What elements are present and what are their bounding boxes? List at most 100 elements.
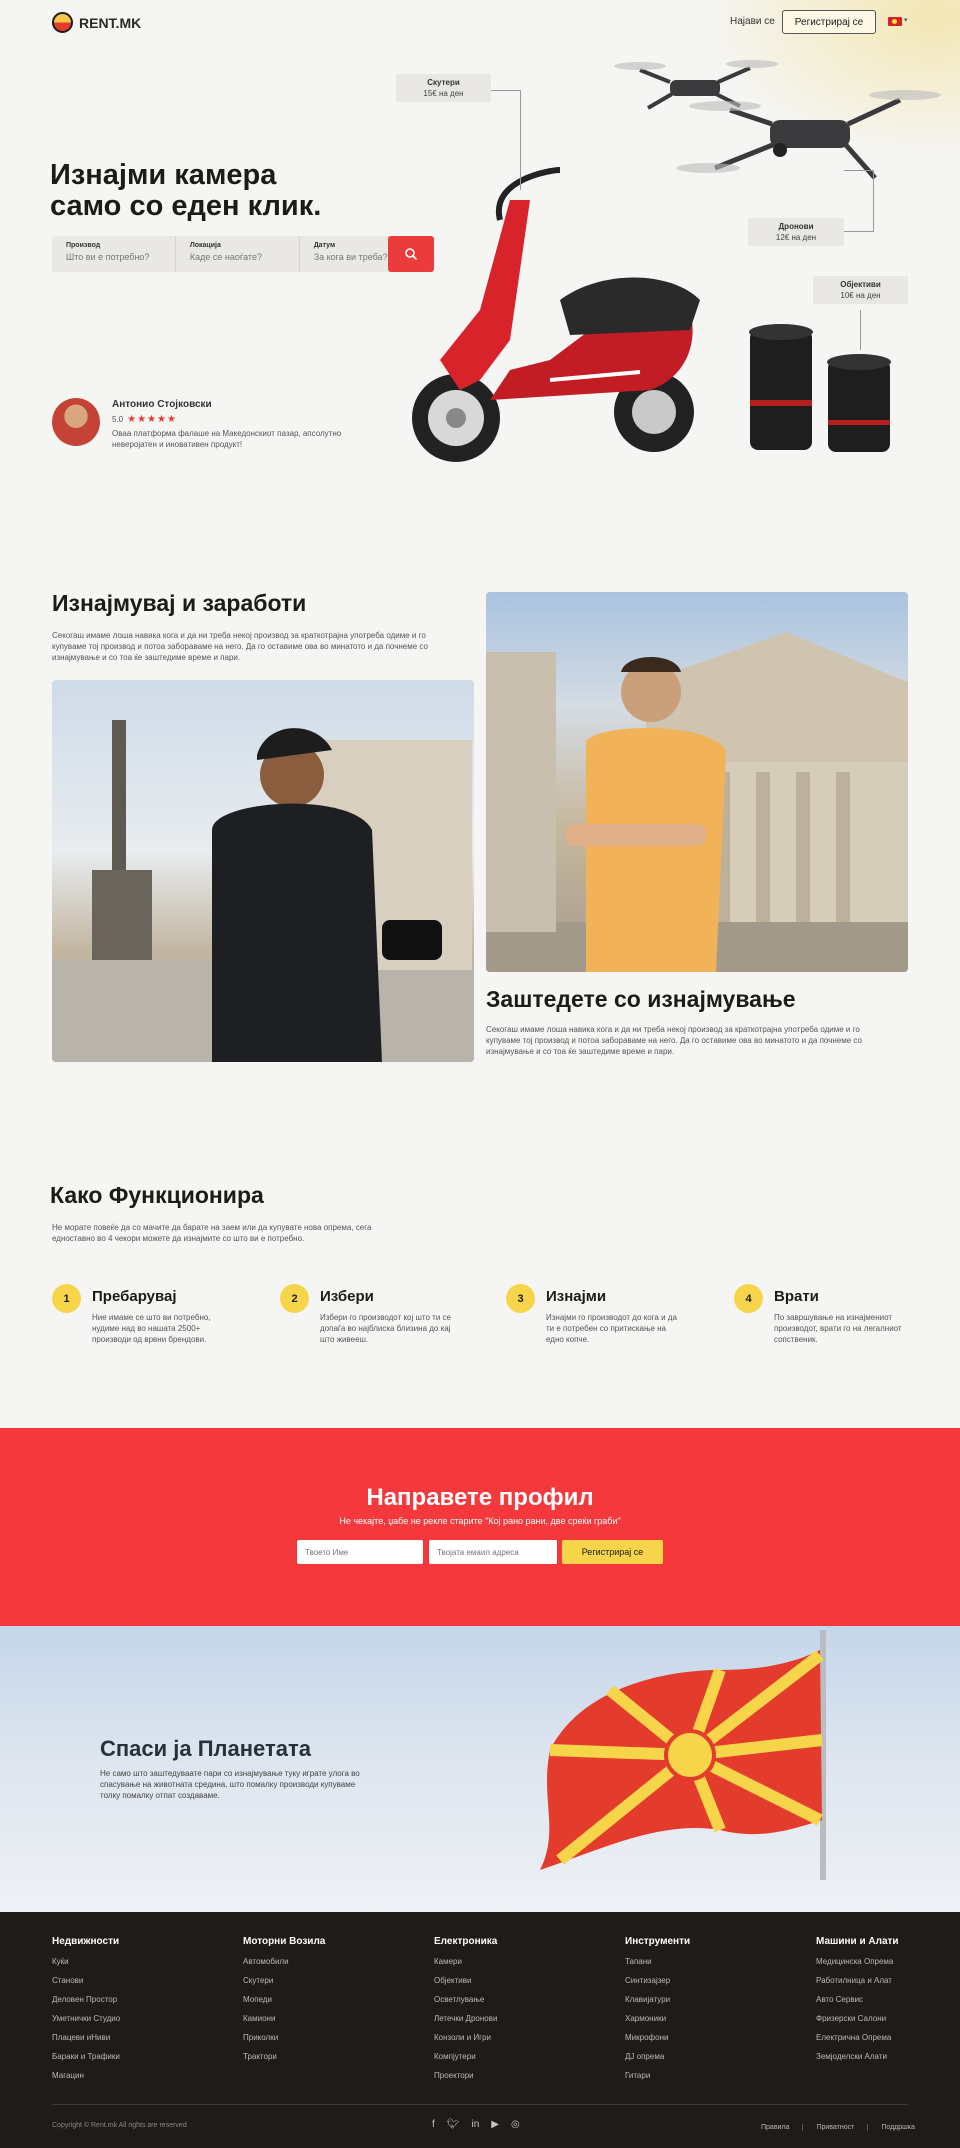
footer-link[interactable]: Осветлување (434, 1995, 497, 2004)
hero-title-line2: само со еден клик. (50, 190, 322, 222)
footer-link[interactable]: ДЈ опрема (625, 2052, 690, 2061)
footer-link[interactable]: Објективи (434, 1976, 497, 1985)
planet-text: Не само што заштедуваате пари со изнајму… (100, 1769, 360, 1800)
footer-link[interactable]: Скутери (243, 1976, 325, 1985)
linkedin-icon[interactable]: in (471, 2119, 479, 2130)
footer-link[interactable]: Камиони (243, 2014, 325, 2023)
how-title: Како Функционира (50, 1182, 264, 1208)
footer-link[interactable]: Клавијатури (625, 1995, 690, 2004)
scooter-price-tag[interactable]: Скутери 15€ на ден (396, 74, 491, 102)
connector-line (844, 170, 874, 232)
search-location-field[interactable]: Локација Каде се наоѓате? (176, 236, 300, 272)
step-number: 1 (52, 1284, 81, 1313)
search-product-field[interactable]: Производ Што ви е потребно? (52, 236, 176, 272)
save-title: Заштедете со изнајмување (486, 986, 796, 1012)
footer-link[interactable]: Авто Сервис (816, 1995, 899, 2004)
youtube-icon[interactable]: ▶ (491, 2119, 499, 2130)
footer-column-title: Моторни Возила (243, 1936, 326, 1947)
macedonian-flag-image (540, 1630, 826, 1880)
footer-link[interactable]: Медицинска Опрема (816, 1957, 899, 1966)
step-title: Пребарувај (92, 1288, 177, 1305)
footer-link[interactable]: Камери (434, 1957, 497, 1966)
step-title: Избери (320, 1288, 374, 1305)
footer-column-instruments: Инструменти Тапани Синтизајзер Клавијату… (625, 1936, 690, 2090)
footer-link[interactable]: Фризерски Салони (816, 2014, 899, 2023)
review-text: Оваа платформа фалаше на Македонскиот па… (112, 429, 342, 449)
footer-link[interactable]: Уметнички Студио (52, 2014, 120, 2023)
footer-link[interactable]: Синтизајзер (625, 1976, 690, 1985)
star-rating-icon: ★★★★★ (127, 414, 177, 425)
email-input[interactable] (429, 1540, 557, 1564)
step-number: 3 (506, 1284, 535, 1313)
footer-link[interactable]: Конзоли и Игри (434, 2033, 497, 2042)
scooter-image (412, 167, 700, 462)
footer-link[interactable]: Компјутери (434, 2052, 497, 2061)
register-button[interactable]: Регистрирај се (782, 10, 876, 34)
instagram-icon[interactable]: ◎ (511, 2119, 520, 2130)
tag-name: Објективи (840, 280, 881, 289)
footer-column-title: Машини и Алати (816, 1936, 899, 1947)
footer-link[interactable]: Трактори (243, 2052, 325, 2061)
signup-button[interactable]: Регистрирај се (562, 1540, 663, 1564)
reviewer-avatar (52, 398, 100, 446)
login-link[interactable]: Најави се (730, 16, 775, 27)
search-location-placeholder: Каде се наоѓате? (189, 252, 262, 262)
reviewer-name: Антонио Стојковски (112, 399, 212, 410)
footer-link[interactable]: Мопеди (243, 1995, 325, 2004)
earn-title: Изнајмувај и заработи (52, 590, 307, 616)
rules-link[interactable]: Правила (748, 2124, 802, 2131)
search-product-placeholder: Што ви е потребно? (66, 252, 150, 262)
logo-mark-icon (52, 12, 73, 33)
footer-link[interactable]: Автомобили (243, 1957, 325, 1966)
footer-divider (52, 2104, 908, 2105)
tag-name: Скутери (427, 78, 460, 87)
facebook-icon[interactable]: f (432, 2119, 435, 2130)
footer-link[interactable]: Летечки Дронови (434, 2014, 497, 2023)
footer-column-electronics: Електроника Камери Објективи Осветлување… (434, 1936, 497, 2090)
hero-title-line1: Изнајми камера (50, 159, 277, 191)
signup-subtitle: Не чекајте, џабе не рекле старите "Кој р… (339, 1516, 621, 1526)
name-input[interactable] (297, 1540, 423, 1564)
footer-link[interactable]: Земјоделски Алати (816, 2052, 899, 2061)
connector-line (860, 310, 861, 350)
footer-column-title: Електроника (434, 1936, 498, 1947)
footer-link[interactable]: Куќи (52, 1957, 120, 1966)
footer-column-title: Инструменти (625, 1936, 691, 1947)
footer-link[interactable]: Гитари (625, 2071, 690, 2080)
earn-text: Секогаш имаме лоша навика кога и да ни т… (52, 631, 428, 662)
step-text: Ние имаме се што ви потребно, нудиме над… (92, 1313, 211, 1344)
footer-link[interactable]: Работилница и Алат (816, 1976, 899, 1985)
support-link[interactable]: Поддршка (867, 2124, 928, 2131)
footer-link[interactable]: Електрична Опрема (816, 2033, 899, 2042)
copyright: Copyright © Rent.mk All rights are reser… (52, 2122, 187, 2129)
footer-link[interactable]: Бараки и Трафики (52, 2052, 120, 2061)
step-text: Избери го производот кој што ти се допаѓ… (320, 1313, 451, 1344)
privacy-link[interactable]: Приватност (802, 2124, 867, 2131)
footer-link[interactable]: Деловен Простор (52, 1995, 120, 2004)
footer-link[interactable]: Приколки (243, 2033, 325, 2042)
drone-price-tag[interactable]: Дронови 12€ на ден (748, 218, 844, 246)
footer-link[interactable]: Магацин (52, 2071, 120, 2080)
footer-link[interactable]: Плацеви иНиви (52, 2033, 120, 2042)
lens-price-tag[interactable]: Објективи 10€ на ден (813, 276, 908, 304)
chevron-down-icon[interactable]: ▾ (904, 16, 908, 24)
connector-line (491, 90, 521, 190)
step-text: Изнајми го производот до кога и да ти е … (546, 1313, 677, 1344)
footer-link[interactable]: Тапани (625, 1957, 690, 1966)
footer-column-machines: Машини и Алати Медицинска Опрема Работил… (816, 1936, 899, 2071)
language-flag-icon[interactable] (888, 17, 902, 26)
footer-link[interactable]: Станови (52, 1976, 120, 1985)
search-product-label: Производ (66, 242, 101, 249)
logo[interactable]: RENT.MK (52, 12, 141, 33)
step-title: Врати (774, 1288, 819, 1305)
twitter-icon[interactable]: 🐦︎ (447, 2119, 460, 2130)
how-text: Не морате повеќе да со мачите да барате … (52, 1223, 372, 1243)
footer-link[interactable]: Проектори (434, 2071, 497, 2080)
footer-link[interactable]: Хармоники (625, 2014, 690, 2023)
signup-title: Направете профил (366, 1484, 594, 1511)
step-title: Изнајми (546, 1288, 607, 1305)
signup-section (0, 1428, 960, 1626)
save-text: Секогаш имаме лоша навика кога и да ни т… (486, 1025, 862, 1056)
footer-link[interactable]: Микрофони (625, 2033, 690, 2042)
review-rating: 5.0 ★★★★★ (112, 414, 177, 425)
